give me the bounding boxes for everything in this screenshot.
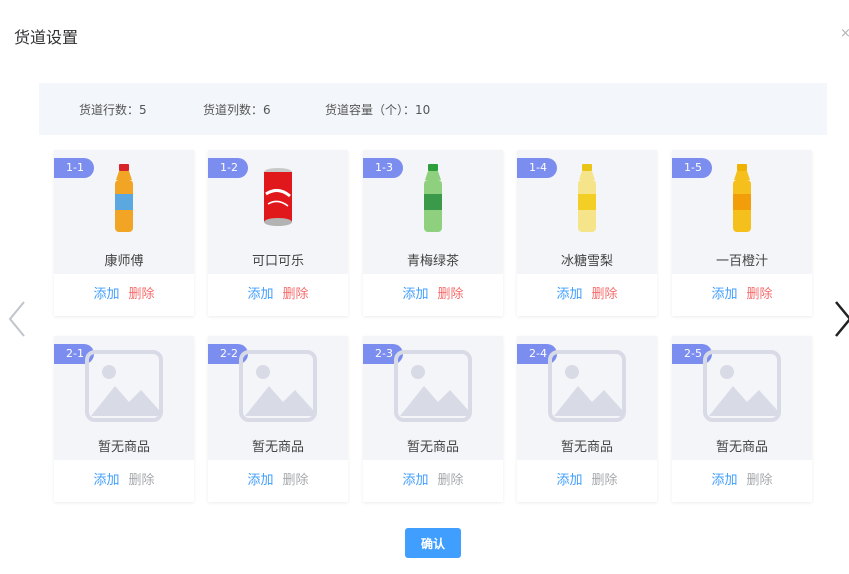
slot-number-badge: 1-5	[672, 158, 712, 178]
confirm-button[interactable]: 确认	[405, 528, 461, 558]
row-count-label: 货道行数：5	[79, 103, 147, 117]
slot-image-area: 1-3 青梅绿茶	[363, 150, 503, 274]
slot-card: 2-4 暂无商品添加 删除	[517, 336, 657, 502]
slot-actions: 添加 删除	[517, 283, 657, 302]
add-product-button[interactable]: 添加	[402, 473, 428, 488]
slot-actions: 添加 删除	[672, 283, 812, 302]
slot-number-badge: 1-4	[517, 158, 557, 178]
product-name: 冰糖雪梨	[560, 254, 613, 269]
bottle-icon	[115, 164, 133, 232]
delete-product-button[interactable]: 删除	[283, 287, 309, 302]
product-name: 暂无商品	[251, 440, 304, 455]
column-count-label: 货道列数：6	[203, 103, 271, 117]
slot-image-area: 1-1 康师傅	[54, 150, 194, 274]
dialog-title: 货道设置	[14, 28, 79, 47]
slot-actions: 添加 删除	[54, 283, 194, 302]
delete-product-button[interactable]: 删除	[747, 473, 773, 488]
slot-actions: 添加 删除	[363, 283, 503, 302]
bottle-icon	[733, 164, 751, 232]
slot-image-area: 2-5 暂无商品	[672, 336, 812, 460]
image-placeholder-icon	[703, 350, 781, 422]
add-product-button[interactable]: 添加	[93, 473, 119, 488]
slot-actions: 添加 删除	[517, 469, 657, 488]
product-name: 一百橙汁	[715, 254, 768, 269]
add-product-button[interactable]: 添加	[402, 287, 428, 302]
add-product-button[interactable]: 添加	[711, 473, 737, 488]
slot-actions: 添加 删除	[672, 469, 812, 488]
image-placeholder-icon	[239, 350, 317, 422]
delete-product-button[interactable]: 删除	[129, 287, 155, 302]
product-name: 可口可乐	[251, 254, 304, 269]
slot-card: 1-1 康师傅添加 删除	[54, 150, 194, 316]
slot-image-area: 1-4 冰糖雪梨	[517, 150, 657, 274]
slot-image-area: 2-3 暂无商品	[363, 336, 503, 460]
delete-product-button[interactable]: 删除	[592, 473, 618, 488]
bottle-icon	[578, 164, 596, 232]
add-product-button[interactable]: 添加	[556, 287, 582, 302]
slot-card: 2-3 暂无商品添加 删除	[363, 336, 503, 502]
delete-product-button[interactable]: 删除	[592, 287, 618, 302]
bottle-icon	[424, 164, 442, 232]
delete-product-button[interactable]: 删除	[438, 287, 464, 302]
delete-product-button[interactable]: 删除	[129, 473, 155, 488]
next-arrow-icon[interactable]	[832, 300, 849, 338]
slot-image-area: 2-1 暂无商品	[54, 336, 194, 460]
prev-arrow-icon[interactable]	[6, 300, 28, 338]
slot-card: 1-3 青梅绿茶添加 删除	[363, 150, 503, 316]
close-icon[interactable]: ×	[840, 26, 849, 41]
slot-card: 2-1 暂无商品添加 删除	[54, 336, 194, 502]
image-placeholder-icon	[394, 350, 472, 422]
slot-card: 2-2 暂无商品添加 删除	[208, 336, 348, 502]
product-name: 青梅绿茶	[406, 254, 459, 269]
slot-card: 1-2 可口可乐添加 删除	[208, 150, 348, 316]
add-product-button[interactable]: 添加	[711, 287, 737, 302]
add-product-button[interactable]: 添加	[93, 287, 119, 302]
add-product-button[interactable]: 添加	[247, 287, 273, 302]
slot-card: 1-4 冰糖雪梨添加 删除	[517, 150, 657, 316]
slot-card: 2-5 暂无商品添加 删除	[672, 336, 812, 502]
slot-card: 1-5 一百橙汁添加 删除	[672, 150, 812, 316]
slot-actions: 添加 删除	[208, 469, 348, 488]
delete-product-button[interactable]: 删除	[438, 473, 464, 488]
product-name: 暂无商品	[560, 440, 613, 455]
image-placeholder-icon	[85, 350, 163, 422]
slot-image-area: 1-5 一百橙汁	[672, 150, 812, 274]
slot-actions: 添加 删除	[54, 469, 194, 488]
product-name: 暂无商品	[715, 440, 768, 455]
product-name: 暂无商品	[97, 440, 150, 455]
slot-number-badge: 1-3	[363, 158, 403, 178]
delete-product-button[interactable]: 删除	[283, 473, 309, 488]
slot-image-area: 2-2 暂无商品	[208, 336, 348, 460]
capacity-label: 货道容量（个）：10	[325, 103, 431, 117]
slot-info-bar: 货道行数：5 货道列数：6 货道容量（个）：10	[39, 83, 827, 135]
product-name: 康师傅	[104, 254, 144, 269]
slot-settings-dialog: 货道设置 × 货道行数：5 货道列数：6 货道容量（个）：10 1-1 康师傅添加…	[0, 0, 849, 574]
image-placeholder-icon	[548, 350, 626, 422]
slot-image-area: 2-4 暂无商品	[517, 336, 657, 460]
add-product-button[interactable]: 添加	[247, 473, 273, 488]
slot-actions: 添加 删除	[208, 283, 348, 302]
delete-product-button[interactable]: 删除	[747, 287, 773, 302]
can-icon	[264, 168, 292, 226]
slot-actions: 添加 删除	[363, 469, 503, 488]
slot-number-badge: 1-1	[54, 158, 94, 178]
slot-image-area: 1-2 可口可乐	[208, 150, 348, 274]
slot-number-badge: 1-2	[208, 158, 248, 178]
add-product-button[interactable]: 添加	[556, 473, 582, 488]
product-name: 暂无商品	[406, 440, 459, 455]
